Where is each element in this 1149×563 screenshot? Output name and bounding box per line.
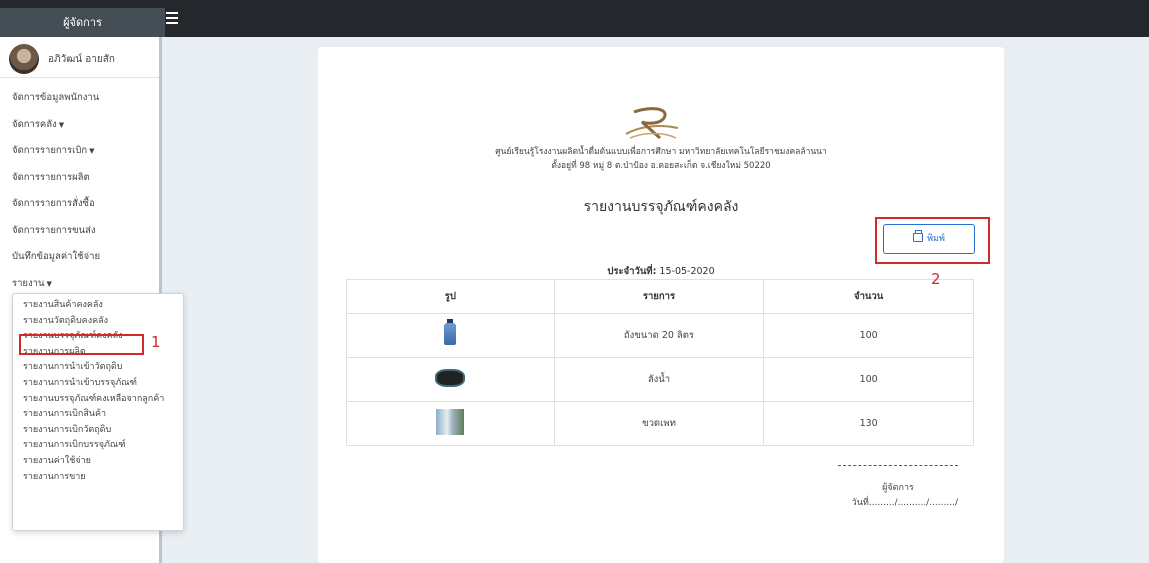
menu-item-sales-report[interactable]: รายงานการขาย: [13, 470, 183, 486]
crate-image: [435, 369, 466, 387]
menu-item-product-stock-report[interactable]: รายงานสินค้าคงคลัง: [13, 298, 183, 314]
user-panel[interactable]: อภิวัฒน์ อายสัก: [0, 42, 159, 78]
column-header-quantity: จำนวน: [763, 279, 974, 314]
menu-item-customer-packaging-report[interactable]: รายงานบรรจุภัณฑ์คงเหลือจากลูกค้า: [13, 392, 183, 408]
item-name: ถังขนาด 20 ลิตร: [553, 313, 765, 358]
sidebar-item-employees[interactable]: จัดการข้อมูลพนักงาน: [0, 85, 159, 112]
brand-title: ผู้จัดการ: [0, 8, 165, 37]
menu-item-expense-report[interactable]: รายงานค่าใช้จ่าย: [13, 454, 183, 470]
item-name: ขวดเพท: [553, 401, 765, 446]
avatar: [9, 44, 39, 74]
hamburger-menu-icon[interactable]: [166, 12, 180, 26]
reports-dropdown-menu: รายงานสินค้าคงคลัง รายงานวัตถุดิบคงคลัง …: [12, 293, 184, 531]
signature-line: [838, 465, 958, 466]
sidebar-item-inventory[interactable]: จัดการคลัง ▼: [0, 112, 159, 139]
packaging-stock-table: รูป รายการ จำนวน ถังขนาด 20 ลิตร 100 ลัง…: [346, 279, 974, 446]
table-row: ขวดเพท 130: [346, 401, 974, 446]
table-row: ถังขนาด 20 ลิตร 100: [346, 313, 974, 358]
signature-date: วันที่........./........../........./: [851, 498, 958, 508]
caret-down-icon: ▼: [89, 147, 95, 155]
pet-bottle-image: [436, 409, 465, 435]
menu-item-packaging-import-report[interactable]: รายงานการนำเข้าบรรจุภัณฑ์: [13, 376, 183, 392]
annotation-number-2: 2: [931, 270, 941, 288]
company-logo: [625, 107, 679, 140]
water-tank-image: [444, 319, 457, 345]
report-date: ประจำวันที่: 15-05-2020: [607, 266, 715, 277]
org-address: ตั้งอยู่ที่ 98 หมู่ 8 ต.ป่าป้อง อ.ดอยสะเ…: [551, 161, 771, 171]
report-title: รายงานบรรจุภัณฑ์คงคลัง: [583, 199, 739, 215]
annotation-number-1: 1: [151, 333, 161, 351]
sidebar-nav: จัดการข้อมูลพนักงาน จัดการคลัง ▼ จัดการรา…: [0, 85, 159, 297]
sidebar-item-expenses[interactable]: บันทึกข้อมูลค่าใช้จ่าย: [0, 244, 159, 271]
report-date-label: ประจำวันที่: [607, 266, 653, 277]
menu-item-packaging-withdrawal-report[interactable]: รายงานการเบิกบรรจุภัณฑ์: [13, 438, 183, 454]
table-header-row: รูป รายการ จำนวน: [346, 279, 974, 314]
caret-down-icon: ▼: [46, 279, 52, 288]
sidebar-item-production[interactable]: จัดการรายการผลิต: [0, 165, 159, 192]
item-quantity: 100: [763, 313, 974, 358]
annotation-box-1: [19, 334, 144, 355]
menu-item-material-stock-report[interactable]: รายงานวัตถุดิบคงคลัง: [13, 314, 183, 330]
item-name: ลังน้ำ: [553, 357, 765, 402]
menu-item-material-withdrawal-report[interactable]: รายงานการเบิกวัตถุดิบ: [13, 423, 183, 439]
menu-item-product-withdrawal-report[interactable]: รายงานการเบิกสินค้า: [13, 407, 183, 423]
sidebar-item-shipping[interactable]: จัดการรายการขนส่ง: [0, 218, 159, 245]
annotation-box-2: [875, 217, 990, 264]
org-name: ศูนย์เรียนรู้โรงงานผลิตน้ำดื่มต้นแบบเพื่…: [495, 147, 827, 157]
table-row: ลังน้ำ 100: [346, 357, 974, 402]
column-header-image: รูป: [346, 279, 555, 314]
caret-down-icon: ▼: [58, 120, 65, 129]
report-date-value: 15-05-2020: [659, 266, 715, 277]
user-name: อภิวัฒน์ อายสัก: [48, 54, 115, 65]
item-quantity: 130: [763, 401, 974, 446]
column-header-item: รายการ: [553, 279, 765, 314]
sidebar-item-orders[interactable]: จัดการรายการสั่งซื้อ: [0, 191, 159, 218]
menu-item-material-import-report[interactable]: รายงานการนำเข้าวัตถุดิบ: [13, 360, 183, 376]
item-quantity: 100: [763, 357, 974, 402]
signature-name: ผู้จัดการ: [882, 483, 914, 493]
sidebar-item-withdrawals[interactable]: จัดการรายการเบิก ▼: [0, 138, 159, 165]
